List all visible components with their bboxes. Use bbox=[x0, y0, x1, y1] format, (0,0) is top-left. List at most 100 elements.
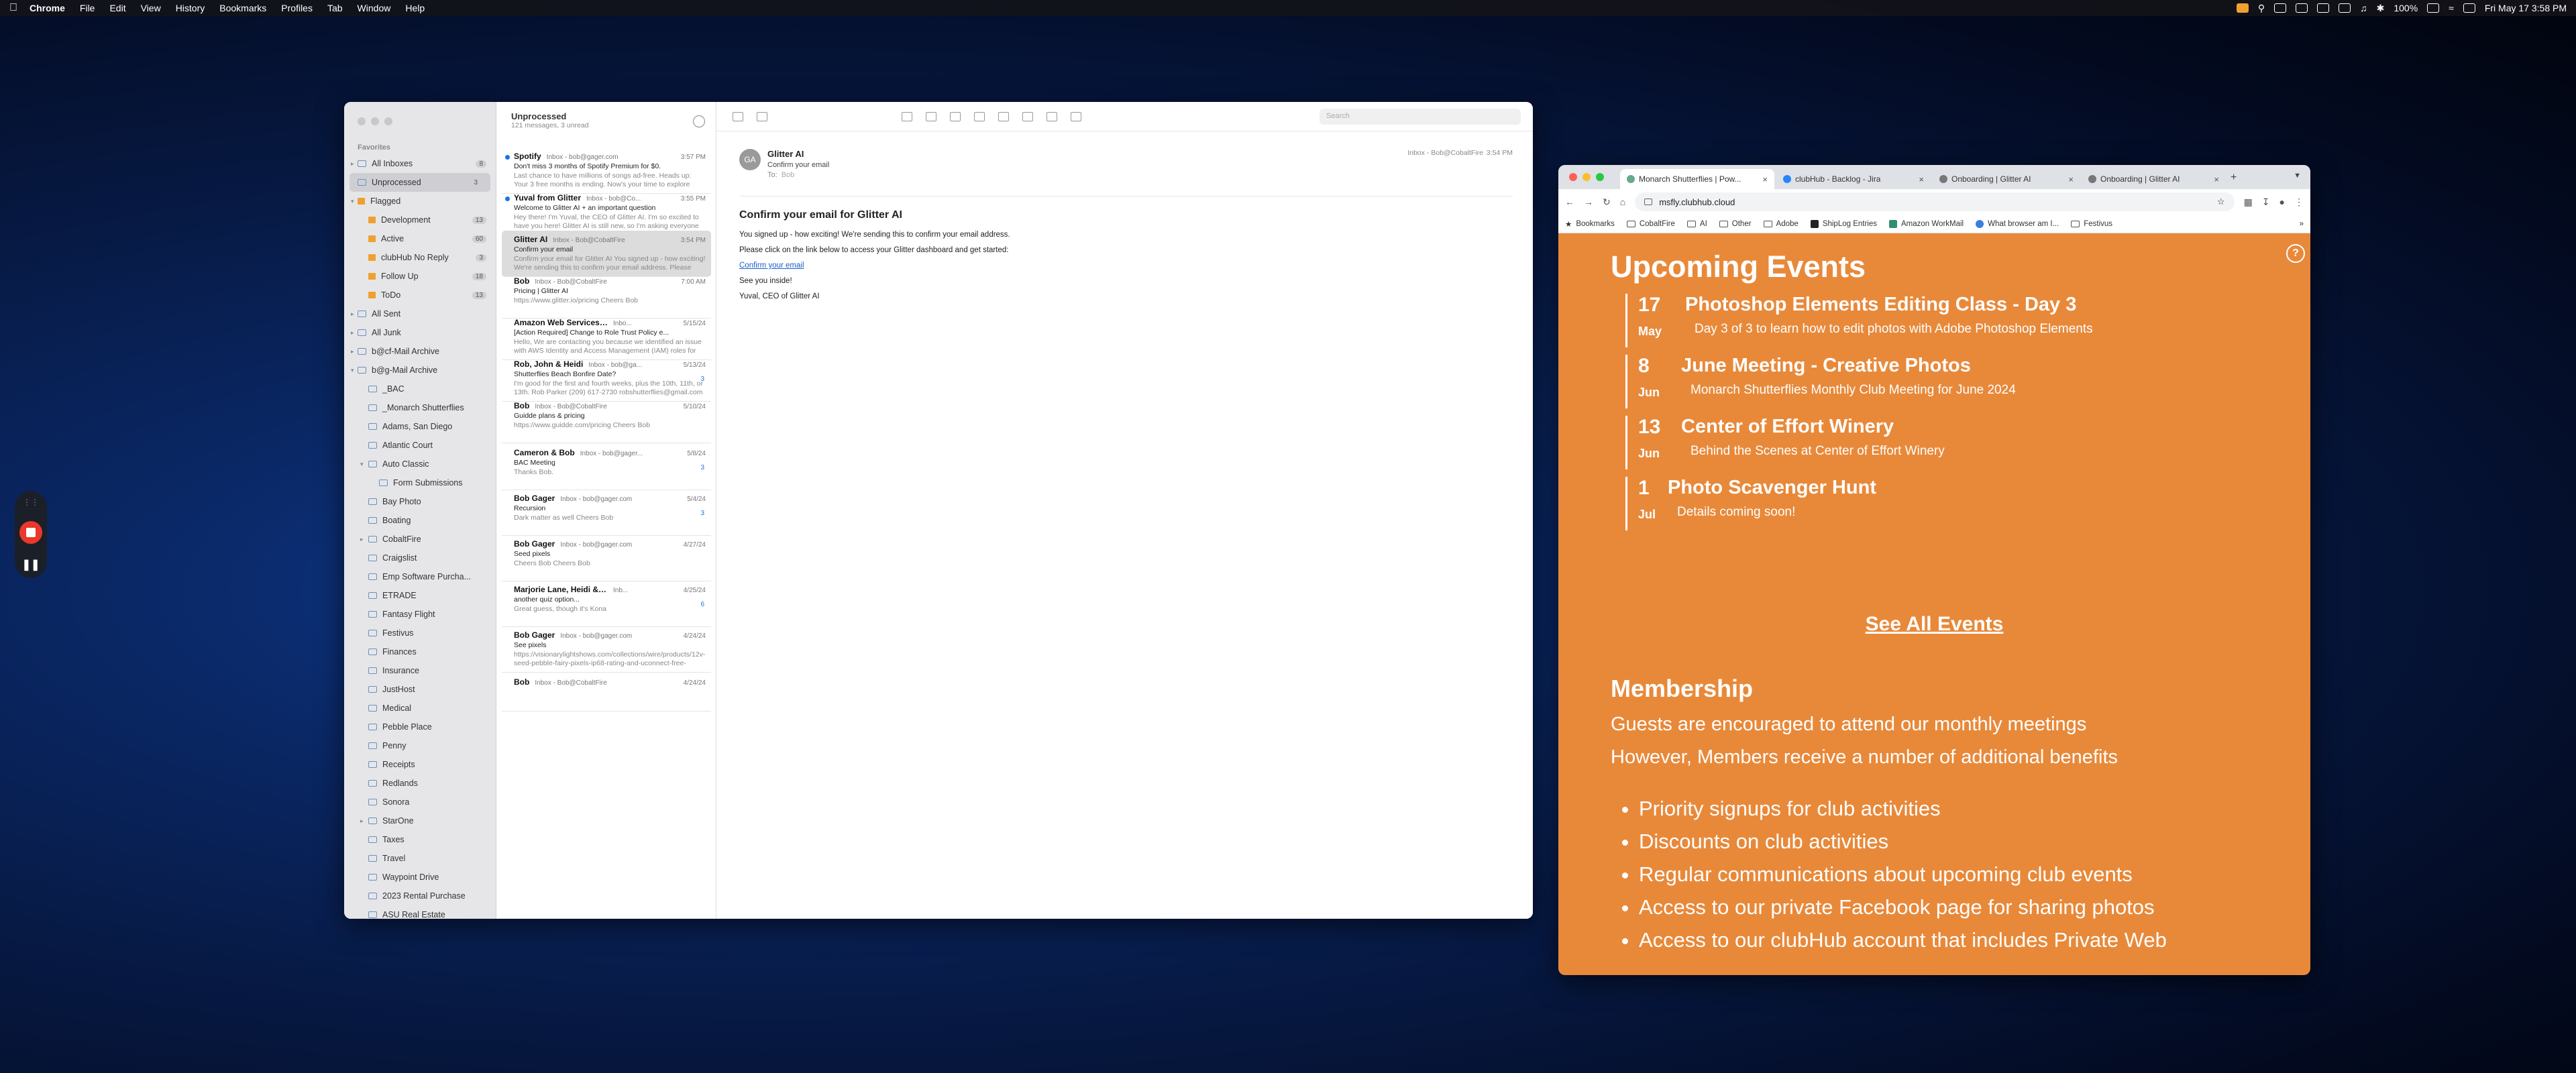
sender-name[interactable]: Glitter AI bbox=[767, 149, 804, 159]
mailbox-development[interactable]: Development 13 bbox=[344, 211, 496, 229]
new-message-icon[interactable] bbox=[757, 111, 767, 121]
menu-window[interactable]: Window bbox=[358, 3, 391, 13]
mailbox-etrade[interactable]: ETRADE bbox=[344, 586, 496, 605]
mailbox-redlands[interactable]: Redlands bbox=[344, 774, 496, 793]
event-title[interactable]: Photo Scavenger Hunt bbox=[1668, 477, 1876, 499]
reply-icon[interactable] bbox=[974, 111, 985, 121]
event-title[interactable]: June Meeting - Creative Photos bbox=[1681, 355, 1971, 377]
mailbox-2023-rental-purchase[interactable]: 2023 Rental Purchase bbox=[344, 887, 496, 905]
status-app-icon[interactable] bbox=[2236, 3, 2249, 13]
bookmark-folder-festivus[interactable]: Festivus bbox=[2071, 220, 2112, 228]
mailbox-follow-up[interactable]: Follow Up 18 bbox=[344, 267, 496, 286]
home-icon[interactable]: ⌂ bbox=[1620, 196, 1625, 207]
control-center-icon[interactable] bbox=[2463, 3, 2475, 13]
zoom-window-button[interactable] bbox=[384, 117, 392, 125]
message-list-item[interactable]: Amazon Web Services, Inc. Inbo... 5/15/24 [… bbox=[502, 314, 711, 360]
site-info-icon[interactable] bbox=[1644, 199, 1653, 205]
message-list-item[interactable]: Cameron & Bob Inbox - bob@gager... 5/8/24 B… bbox=[502, 444, 711, 490]
mailbox-travel[interactable]: Travel bbox=[344, 849, 496, 868]
reload-icon[interactable]: ↻ bbox=[1603, 196, 1611, 208]
new-tab-icon[interactable]: + bbox=[2231, 172, 2237, 184]
address-bar[interactable]: msfly.clubhub.cloud ☆ bbox=[1635, 192, 2235, 211]
menu-view[interactable]: View bbox=[141, 3, 161, 13]
pause-icon[interactable]: ❚❚ bbox=[22, 558, 40, 571]
mailbox-craigslist[interactable]: Craigslist bbox=[344, 549, 496, 567]
bookmark-folder-ai[interactable]: AI bbox=[1686, 220, 1707, 228]
menu-help[interactable]: Help bbox=[405, 3, 425, 13]
flag-icon[interactable] bbox=[1046, 111, 1057, 121]
mailbox-bac[interactable]: _BAC bbox=[344, 380, 496, 398]
menu-tab[interactable]: Tab bbox=[327, 3, 343, 13]
mailbox-monarch-shutterflies[interactable]: _Monarch Shutterflies bbox=[344, 398, 496, 417]
event-item[interactable]: 1 Jul Photo Scavenger Hunt Details comin… bbox=[1625, 477, 1876, 530]
battery-percent[interactable]: 100% bbox=[2394, 3, 2418, 13]
search-icon[interactable]: ⚲ bbox=[2258, 3, 2265, 14]
sound-icon[interactable]: ♫ bbox=[2360, 3, 2367, 13]
close-window-button[interactable] bbox=[358, 117, 366, 125]
message-list-item[interactable]: Bob Inbox - Bob@CobaltFire 5/10/24 Guidde p… bbox=[502, 397, 711, 443]
menu-bookmarks[interactable]: Bookmarks bbox=[219, 3, 266, 13]
disclosure-icon[interactable]: ▸ bbox=[351, 160, 354, 168]
tab-glitter-onboarding[interactable]: Onboarding | Glitter AI × bbox=[1933, 169, 2080, 189]
mailbox-b-cf-mail-archive[interactable]: ▸ b@cf-Mail Archive bbox=[344, 342, 496, 361]
mailbox-insurance[interactable]: Insurance bbox=[344, 661, 496, 680]
mailbox-flagged[interactable]: ▾ Flagged bbox=[344, 192, 496, 211]
download-icon[interactable]: ↧ bbox=[2262, 196, 2270, 208]
bookmark-what-browser[interactable]: What browser am I... bbox=[1976, 219, 2059, 228]
drag-handle-icon[interactable]: ⋮⋮ bbox=[23, 498, 39, 507]
disclosure-icon[interactable]: ▸ bbox=[351, 329, 354, 337]
mail-search-input[interactable]: Search bbox=[1320, 108, 1521, 125]
mailbox-clubhub-no-reply[interactable]: clubHub No Reply 3 bbox=[344, 248, 496, 267]
disclosure-icon[interactable]: ▸ bbox=[351, 310, 354, 318]
profile-avatar-icon[interactable]: ● bbox=[2279, 196, 2285, 207]
compose-icon[interactable] bbox=[733, 111, 743, 121]
disclosure-icon[interactable]: ▾ bbox=[351, 367, 354, 374]
disclosure-icon[interactable]: ▸ bbox=[360, 817, 364, 825]
menu-app-name[interactable]: Chrome bbox=[30, 3, 65, 13]
confirm-email-link[interactable]: Confirm your email bbox=[739, 262, 804, 270]
bookmark-folder-adobe[interactable]: Adobe bbox=[1763, 220, 1799, 228]
tab-jira[interactable]: clubHub - Backlog - Jira × bbox=[1776, 169, 1931, 189]
mailbox-all-sent[interactable]: ▸ All Sent bbox=[344, 304, 496, 323]
menu-edit[interactable]: Edit bbox=[109, 3, 125, 13]
cloud-icon[interactable] bbox=[2274, 3, 2287, 13]
chrome-zoom-button[interactable] bbox=[1596, 173, 1604, 181]
forward-icon[interactable]: → bbox=[1584, 196, 1593, 207]
event-item[interactable]: 8 Jun June Meeting - Creative Photos Mon… bbox=[1625, 355, 2016, 408]
back-icon[interactable]: ← bbox=[1565, 196, 1574, 207]
bookmark-folder-cobaltfire[interactable]: CobaltFire bbox=[1626, 220, 1675, 228]
mailbox-cobaltfire[interactable]: ▸ CobaltFire bbox=[344, 530, 496, 549]
close-tab-icon[interactable]: × bbox=[2214, 174, 2219, 184]
archive-icon[interactable] bbox=[902, 111, 912, 121]
filter-icon[interactable] bbox=[693, 115, 705, 127]
help-icon[interactable]: ? bbox=[2286, 244, 2305, 263]
dropbox-icon[interactable] bbox=[2296, 3, 2308, 13]
mailbox-all-inboxes[interactable]: ▸ All Inboxes 8 bbox=[344, 154, 496, 173]
message-list-item[interactable]: Bob Gager Inbox - bob@gager.com 4/24/24 See… bbox=[502, 626, 711, 673]
event-item[interactable]: 13 Jun Center of Effort Winery Behind th… bbox=[1625, 416, 1945, 469]
menu-profiles[interactable]: Profiles bbox=[281, 3, 313, 13]
forward-icon[interactable] bbox=[1022, 111, 1033, 121]
message-list-item[interactable]: Glitter AI Inbox - Bob@CobaltFire 3:54 PM C… bbox=[502, 231, 711, 277]
close-tab-icon[interactable]: × bbox=[2068, 174, 2074, 184]
message-list-item[interactable]: Bob Inbox - Bob@CobaltFire 7:00 AM Pricing … bbox=[502, 272, 711, 319]
mailbox-justhost[interactable]: JustHost bbox=[344, 680, 496, 699]
screen-icon[interactable] bbox=[2317, 3, 2330, 13]
apple-menu-icon[interactable]:  bbox=[9, 2, 17, 14]
extensions-icon[interactable]: ▦ bbox=[2244, 196, 2253, 208]
mailbox-sonora[interactable]: Sonora bbox=[344, 793, 496, 811]
mailbox-waypoint-drive[interactable]: Waypoint Drive bbox=[344, 868, 496, 887]
event-item[interactable]: 17 May Photoshop Elements Editing Class … bbox=[1625, 294, 2093, 347]
mailbox-medical[interactable]: Medical bbox=[344, 699, 496, 718]
more-bookmarks-icon[interactable]: » bbox=[2300, 220, 2304, 228]
disclosure-icon[interactable]: ▸ bbox=[360, 536, 364, 543]
message-list-item[interactable]: Bob Gager Inbox - bob@gager.com 5/4/24 Recu… bbox=[502, 490, 711, 536]
mailbox-starone[interactable]: ▸ StarOne bbox=[344, 811, 496, 830]
mailbox-emp-software-purcha[interactable]: Emp Software Purcha... bbox=[344, 567, 496, 586]
mailbox-asu-real-estate[interactable]: ASU Real Estate bbox=[344, 905, 496, 919]
message-list-item[interactable]: Rob, John & Heidi Inbox - bob@ga... 5/13/2… bbox=[502, 355, 711, 402]
recipient-name[interactable]: Bob bbox=[782, 171, 795, 179]
close-tab-icon[interactable]: × bbox=[1919, 174, 1924, 184]
disclosure-icon[interactable]: ▾ bbox=[351, 198, 354, 205]
chrome-minimize-button[interactable] bbox=[1582, 173, 1591, 181]
